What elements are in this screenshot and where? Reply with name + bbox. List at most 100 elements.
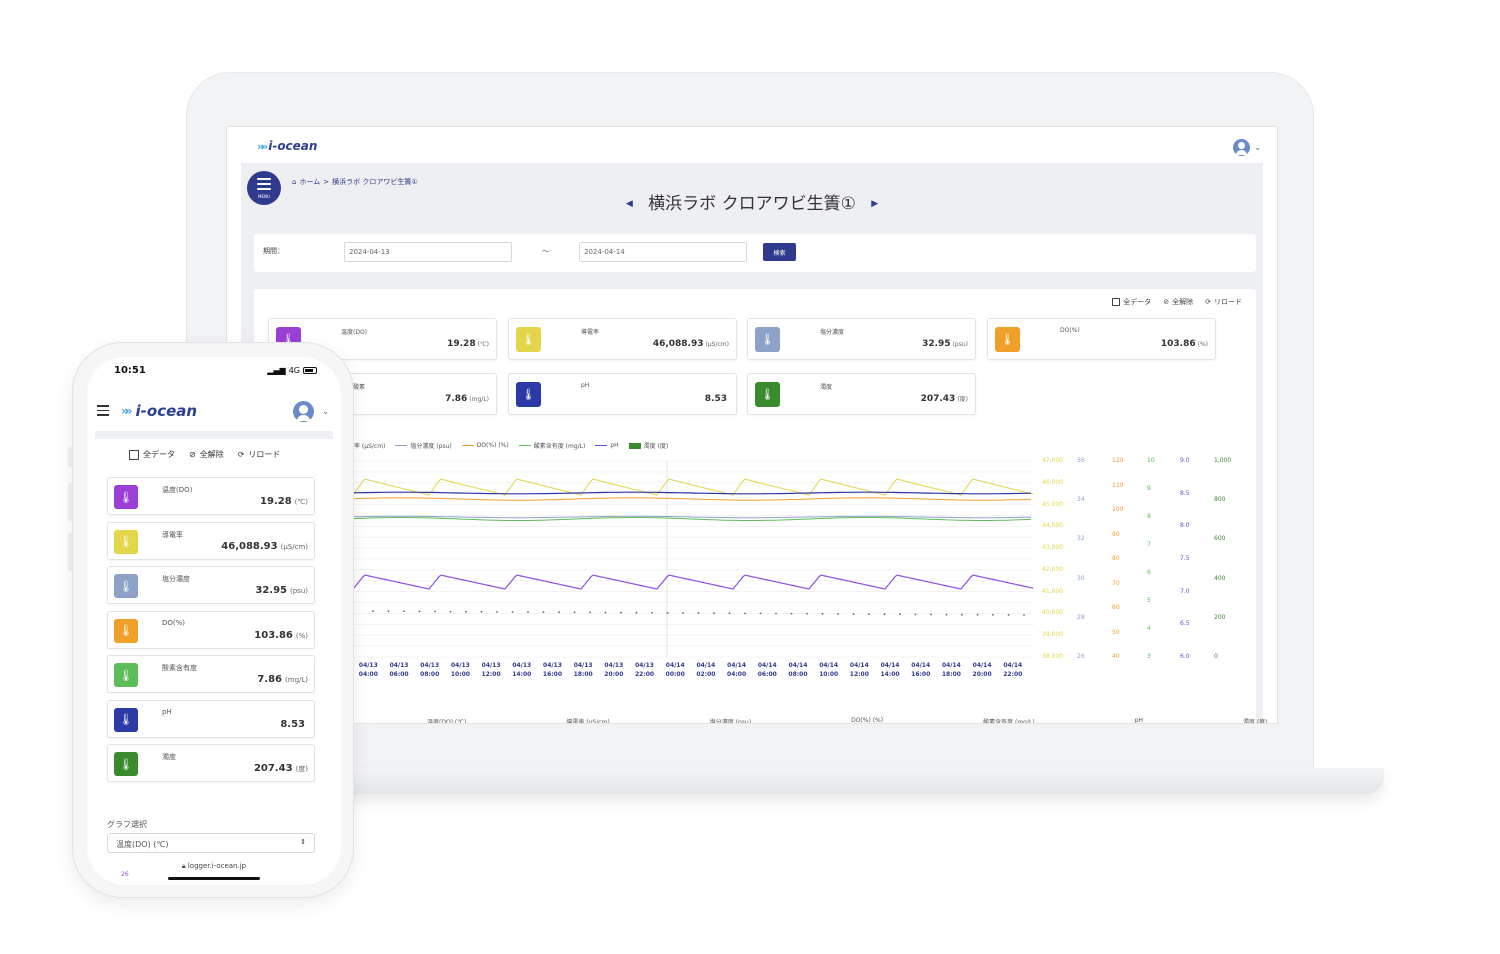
table-header-cell[interactable]: DO(%) (%) [851, 717, 883, 723]
x-tick-label: 04/13 12:00 [481, 662, 501, 678]
graph-select[interactable]: 温度(DO) (℃) ⇕ [107, 833, 315, 853]
next-arrow-icon[interactable]: ▶ [871, 199, 878, 209]
series-point-turbidity [635, 611, 638, 614]
table-header-cell[interactable]: 濁度 (度) [1243, 717, 1268, 723]
series-point-turbidity [573, 611, 576, 614]
logo-chevrons-icon: »» [257, 139, 268, 153]
phone-sensor-card[interactable]: 🌡 導電率 46,088.93 (μS/cm) [107, 521, 315, 560]
checkbox-icon [129, 449, 139, 460]
clear-all-label: 全解除 [1172, 298, 1194, 306]
sensor-name: 温度(DO) [162, 486, 193, 494]
series-point-turbidity [372, 610, 374, 612]
end-date-input[interactable]: 2024-04-14 [579, 242, 747, 262]
y-tick-label: 120 [1112, 457, 1124, 464]
table-header-cell[interactable]: 導電率 (μS/cm) [566, 717, 609, 723]
clear-all-button[interactable]: ⊘ 全解除 [1163, 297, 1193, 307]
data-toolbar: 全データ ⊘ 全解除 ⟳ リロード [1112, 297, 1242, 307]
search-button[interactable]: 検索 [763, 243, 796, 261]
x-tick-label: 04/14 04:00 [727, 662, 747, 678]
series-point-turbidity [713, 612, 715, 615]
user-menu[interactable]: ⌄ [1233, 139, 1261, 156]
y-tick-label: 100 [1112, 506, 1124, 513]
breadcrumb-home[interactable]: ホーム [299, 177, 320, 187]
sensor-name: pH [581, 382, 590, 389]
series-point-turbidity [945, 613, 948, 616]
x-tick-label: 04/13 10:00 [450, 662, 470, 678]
series-point-turbidity [666, 612, 669, 614]
y-tick-label: 50 [1112, 628, 1120, 636]
brand-logo[interactable]: »» i-ocean [257, 139, 317, 153]
phone-sensor-card[interactable]: 🌡 pH 8.53 [107, 699, 315, 738]
sensor-card-ph[interactable]: 🌡 pH 8.53 [508, 373, 737, 415]
y-tick-label: 32 [1077, 535, 1085, 543]
phone-reload-button[interactable]: ⟳ リロード [238, 449, 281, 460]
series-point-turbidity [961, 613, 963, 616]
phone-clear-all-button[interactable]: ⊘ 全解除 [189, 449, 224, 460]
x-tick-label: 04/13 06:00 [389, 662, 409, 678]
phone-header: »» i-ocean ⌄ [87, 395, 341, 429]
url-bar[interactable]: 🔒︎ logger.i-ocean.jp [87, 862, 341, 871]
signal-icon: ▂▄▆ [267, 366, 286, 375]
series-point-turbidity [1007, 614, 1010, 616]
y-tick-label: 38,000 [1042, 653, 1063, 660]
start-date-input[interactable]: 2024-04-13 [344, 242, 512, 262]
y-tick-label: 45,000 [1042, 500, 1063, 508]
reload-button[interactable]: ⟳ リロード [1205, 297, 1242, 307]
select-arrows-icon: ⇕ [300, 838, 306, 846]
phone-sensor-card[interactable]: 🌡 塩分濃度 32.95 (psu) [107, 566, 315, 604]
hamburger-icon[interactable] [97, 405, 109, 416]
table-header-cell[interactable]: 温度(DO) (℃) [427, 717, 466, 723]
series-point-turbidity [480, 610, 483, 613]
sensor-name: DO(%) [1060, 327, 1080, 334]
sensor-card-do-percent[interactable]: 🌡 DO(%) 103.86 (%) [987, 318, 1216, 360]
desktop-screen: »» i-ocean ⌄ MENU ⌂ ホーム > 横浜ラボ クロアワビ生簀① … [226, 126, 1278, 724]
clear-all-label: 全解除 [199, 450, 224, 459]
y-tick-label: 8.5 [1180, 489, 1190, 497]
sensor-name: 酸素含有度 [162, 664, 197, 672]
y-tick-label: 600 [1214, 535, 1226, 543]
phone-sensor-card[interactable]: 🌡 酸素含有度 7.86 (mg/L) [107, 655, 315, 693]
sensor-card-salinity[interactable]: 🌡 塩分濃度 32.95 (psu) [747, 318, 976, 360]
phone-sensor-card[interactable]: 🌡 温度(DO) 19.28 (℃) [107, 477, 315, 515]
user-avatar-icon [293, 401, 315, 422]
y-tick-label: 40,000 [1042, 609, 1063, 617]
sensor-value: 19.28 (℃) [447, 339, 489, 349]
sensor-value: 103.86 (%) [1160, 339, 1208, 349]
sensor-card-turbidity[interactable]: 🌡 濁度 207.43 (度) [747, 373, 976, 415]
y-tick-label: 43,000 [1042, 544, 1063, 552]
table-header-cell[interactable]: pH [1135, 717, 1143, 723]
phone-volume-up [68, 483, 72, 521]
thermometer-icon: 🌡 [995, 327, 1020, 352]
sensor-value: 32.95 (psu) [922, 339, 968, 349]
url-text: logger.i-ocean.jp [187, 862, 247, 870]
phone-volume-down [68, 533, 72, 571]
status-indicators: ▂▄▆ 4G [267, 366, 317, 375]
y-tick-label: 8.0 [1180, 522, 1190, 530]
y-tick-label: 40 [1112, 653, 1120, 660]
phone-sensor-card[interactable]: 🌡 濁度 207.43 (度) [107, 744, 315, 782]
phone-sensor-card[interactable]: 🌡 DO(%) 103.86 (%) [107, 610, 315, 649]
sensor-value: 8.53 [704, 394, 727, 404]
thermometer-icon: 🌡 [114, 752, 138, 776]
series-point-turbidity [465, 610, 467, 613]
y-tick-label: 46,000 [1042, 478, 1063, 486]
sensor-value: 8.53 [280, 718, 305, 730]
y-tick-label: 7 [1147, 541, 1151, 548]
home-indicator[interactable] [168, 877, 260, 880]
graph-select-label: グラフ選択 [107, 820, 147, 829]
home-icon[interactable]: ⌂ [292, 178, 296, 186]
phone-brand-logo[interactable]: »» i-ocean [121, 402, 197, 420]
y-tick-label: 800 [1214, 496, 1226, 504]
y-tick-label: 34 [1077, 496, 1085, 504]
prev-arrow-icon[interactable]: ◀ [626, 199, 633, 209]
table-header-cell[interactable]: 塩分濃度 (psu) [710, 717, 751, 723]
sensor-card-conductivity[interactable]: 🌡 導電率 46,088.93 (μS/cm) [508, 318, 737, 360]
y-tick-label: 6 [1147, 569, 1151, 576]
data-table-header: 温度(DO) (℃) 導電率 (μS/cm) 塩分濃度 (psu) DO(%) (%)… [427, 717, 1268, 723]
phone-all-data-toggle[interactable]: 全データ [129, 449, 175, 460]
all-data-toggle[interactable]: 全データ [1112, 297, 1151, 307]
table-header-cell[interactable]: 酸素含有度 (mg/L) [983, 717, 1035, 723]
y-tick-label: 60 [1112, 604, 1120, 611]
series-point-turbidity [852, 613, 855, 615]
phone-user-menu[interactable]: ⌄ [293, 401, 329, 422]
